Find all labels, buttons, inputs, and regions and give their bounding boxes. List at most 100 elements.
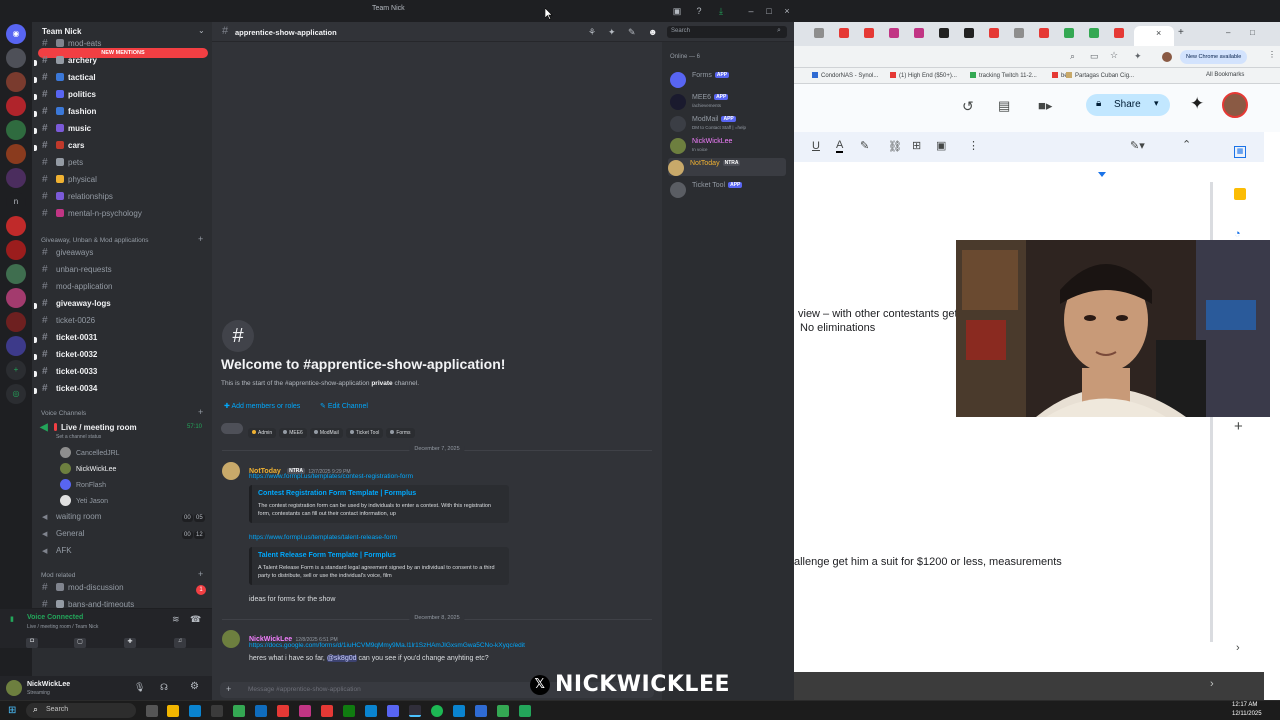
share-button[interactable]: 🔒︎ Share ▾ xyxy=(1086,94,1170,116)
inbox-icon[interactable]: ▣ xyxy=(670,4,684,18)
close-icon[interactable]: × xyxy=(780,4,794,18)
category-mod[interactable]: Mod related xyxy=(41,572,75,579)
message-link[interactable]: https://www.formpl.us/templates/talent-r… xyxy=(249,534,397,541)
taskbar-search[interactable]: ⌕ Search xyxy=(26,703,136,718)
category-voice[interactable]: Voice Channels xyxy=(41,410,86,417)
task-view-icon[interactable] xyxy=(146,705,158,717)
voice-user[interactable]: NickWickLee xyxy=(60,463,116,474)
pin-icon[interactable]: ✎ xyxy=(628,27,636,38)
tab-favicon[interactable] xyxy=(864,28,874,38)
avatar[interactable] xyxy=(1162,52,1172,62)
server-icon[interactable] xyxy=(6,120,26,140)
zoom-icon[interactable]: ⌕ xyxy=(1070,51,1075,62)
comment-icon[interactable]: ▤ xyxy=(998,98,1010,114)
keep-icon[interactable] xyxy=(1234,188,1246,200)
app-icon[interactable] xyxy=(299,705,311,717)
app-icon[interactable] xyxy=(431,705,443,717)
chevron-down-icon[interactable]: ⌄ xyxy=(198,26,205,35)
avatar[interactable] xyxy=(6,680,22,696)
maximize-icon[interactable]: □ xyxy=(762,4,776,18)
channel-unban-requests[interactable]: # unban-requests xyxy=(42,264,112,280)
editing-mode-icon[interactable]: ✎▾ xyxy=(1130,139,1145,152)
download-icon[interactable]: ⤓ xyxy=(714,4,728,18)
tab-favicon[interactable] xyxy=(914,28,924,38)
embed-title[interactable]: Talent Release Form Template | Formplus xyxy=(258,552,396,559)
role-pill[interactable]: Ticket Tool xyxy=(345,428,384,438)
role-pill[interactable]: Admin xyxy=(248,428,277,438)
activity-icon[interactable]: ✚ xyxy=(124,638,136,648)
app-icon[interactable] xyxy=(453,705,465,717)
server-name[interactable]: Team Nick xyxy=(42,27,81,36)
channel-tactical[interactable]: # tactical xyxy=(34,72,96,88)
maximize-icon[interactable]: □ xyxy=(1250,28,1255,37)
headphones-icon[interactable]: ☊ xyxy=(160,682,168,693)
history-icon[interactable]: ↺ xyxy=(962,98,974,115)
channel-ticket-0034[interactable]: # ticket-0034 xyxy=(34,383,97,399)
channel-ticket-0031[interactable]: # ticket-0031 xyxy=(34,332,97,348)
windows-start-icon[interactable]: ⊞ xyxy=(8,705,16,716)
server-icon[interactable] xyxy=(6,288,26,308)
chrome-icon[interactable] xyxy=(233,705,245,717)
channel-ticket-0033[interactable]: # ticket-0033 xyxy=(34,366,97,382)
tab-favicon[interactable] xyxy=(989,28,999,38)
channel-mod-eats[interactable]: # mod-eats xyxy=(42,38,101,54)
avatar[interactable] xyxy=(1222,92,1248,118)
tab-favicon[interactable] xyxy=(1039,28,1049,38)
category-giveaway[interactable]: Giveaway, Unban & Mod applications xyxy=(41,237,149,244)
threads-icon[interactable]: ⚘ xyxy=(588,27,596,38)
role-pill[interactable]: Forms xyxy=(386,428,415,438)
screenshare-icon[interactable]: ▢ xyxy=(74,638,86,648)
link-icon[interactable]: ⛓ xyxy=(888,140,902,153)
channel-ticket-0026[interactable]: # ticket-0026 xyxy=(42,315,95,331)
meet-icon[interactable]: ■▸ xyxy=(1038,98,1052,114)
server-icon[interactable] xyxy=(6,264,26,284)
channel-mental-n-psychology[interactable]: # mental-n-psychology xyxy=(42,208,142,224)
message-link[interactable]: https://www.formpl.us/templates/contest-… xyxy=(249,473,413,480)
role-pill[interactable]: ModMail xyxy=(309,428,343,438)
app-icon[interactable] xyxy=(365,705,377,717)
server-icon[interactable] xyxy=(6,72,26,92)
channel-physical[interactable]: # physical xyxy=(42,174,97,190)
channel-cars[interactable]: # cars xyxy=(34,140,84,156)
underline-icon[interactable]: U xyxy=(812,140,820,152)
chrome-icon[interactable] xyxy=(497,705,509,717)
search-input[interactable]: Search ⌕ xyxy=(667,26,787,38)
add-icon[interactable]: + xyxy=(1234,418,1243,435)
tab-favicon[interactable] xyxy=(939,28,949,38)
noise-icon[interactable]: ≋ xyxy=(172,614,180,625)
tab-favicon[interactable] xyxy=(964,28,974,38)
obs-icon[interactable] xyxy=(409,705,421,717)
tab-favicon[interactable] xyxy=(1064,28,1074,38)
voice-channel[interactable]: ◀ AFK xyxy=(42,546,72,562)
server-icon[interactable] xyxy=(6,168,26,188)
message-link[interactable]: https://docs.google.com/forms/d/1iuHCVM9… xyxy=(249,642,525,649)
bookmark-item[interactable]: (1) High End ($50+)... xyxy=(890,72,957,79)
soundboard-icon[interactable]: ♫ xyxy=(174,638,186,648)
chevron-up-icon[interactable]: ⌃ xyxy=(1182,138,1191,151)
channel-politics[interactable]: # politics xyxy=(34,89,96,105)
minimize-icon[interactable]: – xyxy=(744,4,758,18)
role-pill[interactable]: MEE6 xyxy=(279,428,307,438)
highlight-icon[interactable]: ✎ xyxy=(860,139,869,152)
avatar[interactable] xyxy=(222,630,240,648)
gemini-icon[interactable]: ✦ xyxy=(1190,94,1204,114)
text-color-icon[interactable]: A xyxy=(836,139,844,153)
file-explorer-icon[interactable] xyxy=(167,705,179,717)
app-icon[interactable] xyxy=(277,705,289,717)
clock-date[interactable]: 12/11/2025 xyxy=(1232,711,1262,717)
tab-favicon[interactable] xyxy=(1014,28,1024,38)
app-icon[interactable] xyxy=(255,705,267,717)
add-server-icon[interactable]: + xyxy=(6,360,26,380)
bookmark-item[interactable]: Partagas Cuban Cig... xyxy=(1066,72,1134,79)
server-icon[interactable]: n xyxy=(6,192,26,212)
clock-time[interactable]: 12:17 AM xyxy=(1232,702,1257,708)
tab-favicon[interactable] xyxy=(814,28,824,38)
voice-user[interactable]: Yeti Jason xyxy=(60,495,108,506)
add-channel-icon[interactable]: + xyxy=(198,569,203,579)
bookmark-item[interactable]: CondorNAS - Synol... xyxy=(812,72,878,79)
chevron-right-icon[interactable]: › xyxy=(1210,678,1214,690)
tab-favicon[interactable] xyxy=(889,28,899,38)
chevron-right-icon[interactable]: › xyxy=(1236,642,1240,654)
server-icon[interactable] xyxy=(6,144,26,164)
voice-user[interactable]: RonFlash xyxy=(60,479,106,490)
